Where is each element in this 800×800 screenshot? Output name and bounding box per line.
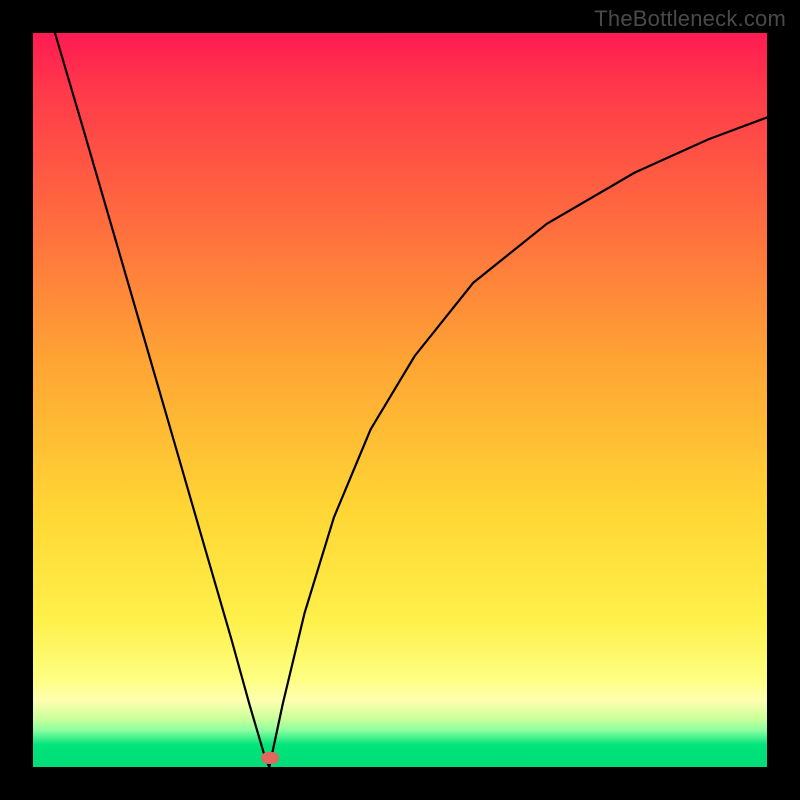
chart-frame: TheBottleneck.com bbox=[0, 0, 800, 800]
optimum-marker bbox=[261, 752, 279, 764]
bottleneck-curve bbox=[33, 33, 767, 767]
curve-path bbox=[55, 33, 767, 767]
watermark-text: TheBottleneck.com bbox=[594, 6, 786, 32]
chart-plot-area bbox=[33, 33, 767, 767]
